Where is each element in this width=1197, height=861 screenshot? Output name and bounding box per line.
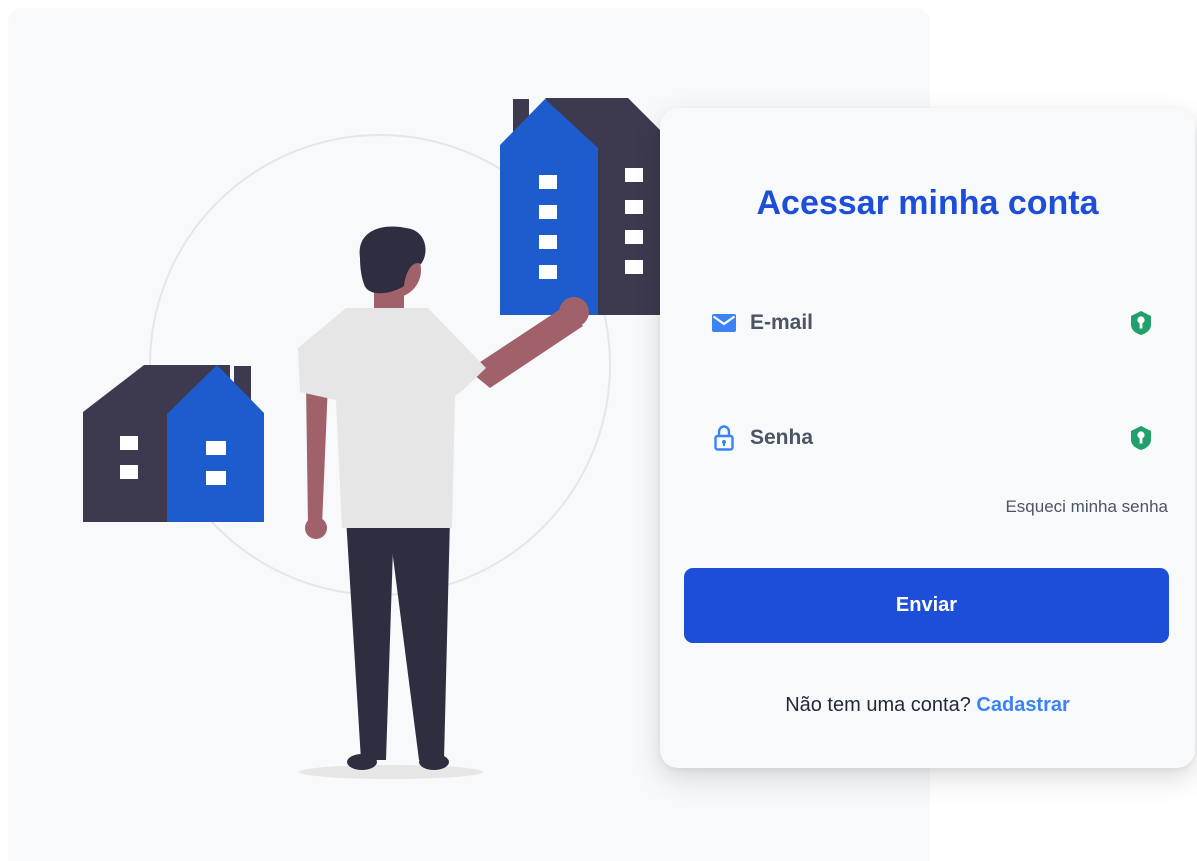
email-field[interactable]: [750, 303, 1130, 343]
signup-prompt: Não tem uma conta?: [785, 694, 971, 716]
key-shield-icon[interactable]: [1130, 426, 1152, 450]
login-title: Acessar minha conta: [756, 184, 1099, 222]
left-house: [83, 365, 264, 522]
forgot-password-link[interactable]: Esqueci minha senha: [1005, 497, 1168, 517]
page: Acessar minha conta E-mail Esqueci minha…: [0, 0, 1197, 861]
password-field[interactable]: [750, 418, 1130, 458]
signup-line: Não tem uma conta? Cadastrar: [660, 694, 1195, 717]
login-card: Acessar minha conta E-mail Esqueci minha…: [660, 108, 1195, 768]
envelope-icon: [712, 311, 736, 335]
key-shield-icon[interactable]: [1130, 311, 1152, 335]
signup-link[interactable]: Cadastrar: [976, 694, 1069, 716]
submit-button[interactable]: Enviar: [684, 568, 1169, 643]
password-field-row[interactable]: [712, 418, 1152, 458]
right-house: [500, 98, 660, 315]
email-field-row[interactable]: [712, 303, 1152, 343]
lock-icon: [712, 425, 736, 451]
